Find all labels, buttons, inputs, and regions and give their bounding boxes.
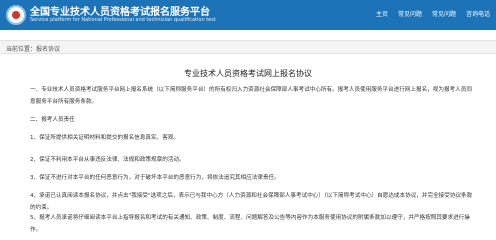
site-logo	[6, 5, 26, 25]
agreement-content: 专业技术人员资格考试网上报名协议 一、专业技术人员资格考试服务平台网上报名系统（…	[0, 54, 496, 240]
agreement-para-6: 4、承诺已认真阅读本报名协议，并点击"我接受"选项之后，表示已与我中心方（人力资…	[30, 193, 473, 211]
agreement-para-3: 1、保证所提供相关证明材料和提交的报名信息真实、客观。	[30, 135, 179, 141]
breadcrumb-bar: 当前位置：报名协议	[0, 40, 496, 54]
breadcrumb: 当前位置：报名协议	[6, 44, 60, 53]
nav-contact-phone[interactable]: 咨询电话	[466, 9, 490, 18]
agreement-para-7: 5、报考人员承诺将仔细阅读本平台上指导报名和考试的有关通知、政策、制度、流程、问…	[30, 215, 470, 233]
top-nav: 主页 常见问题 常见问题 咨询电话	[376, 9, 490, 18]
nav-faq-2[interactable]: 常见问题	[432, 9, 456, 18]
logo-emblem-icon	[12, 11, 20, 19]
breadcrumb-prefix: 当前位置：	[6, 46, 37, 53]
nav-home[interactable]: 主页	[376, 9, 388, 18]
header-banner: 全国专业技术人员资格考试报名服务平台 Service platform for …	[0, 0, 496, 30]
site-title: 全国专业技术人员资格考试报名服务平台	[30, 7, 210, 18]
agreement-para-2: 二、报考人员责任	[30, 117, 75, 123]
agreement-title: 专业技术人员资格考试网上报名协议	[184, 69, 312, 78]
site-subtitle: Service platform for National Profession…	[30, 17, 216, 23]
nav-faq-1[interactable]: 常见问题	[398, 9, 422, 18]
agreement-para-5: 3、保证不进行对本平台的任何恶意行为，对于破坏本平台的恶意行为，将依法追究其相应…	[30, 175, 280, 181]
agreement-para-4: 2、保证不利用本平台从事违反法律、法规和政策规章的活动。	[30, 157, 185, 163]
breadcrumb-current[interactable]: 报名协议	[36, 46, 60, 53]
agreement-para-1: 一、专业技术人员资格考试服务平台网上报名系统（以下简称服务平台）的所有权归入力资…	[30, 87, 472, 105]
